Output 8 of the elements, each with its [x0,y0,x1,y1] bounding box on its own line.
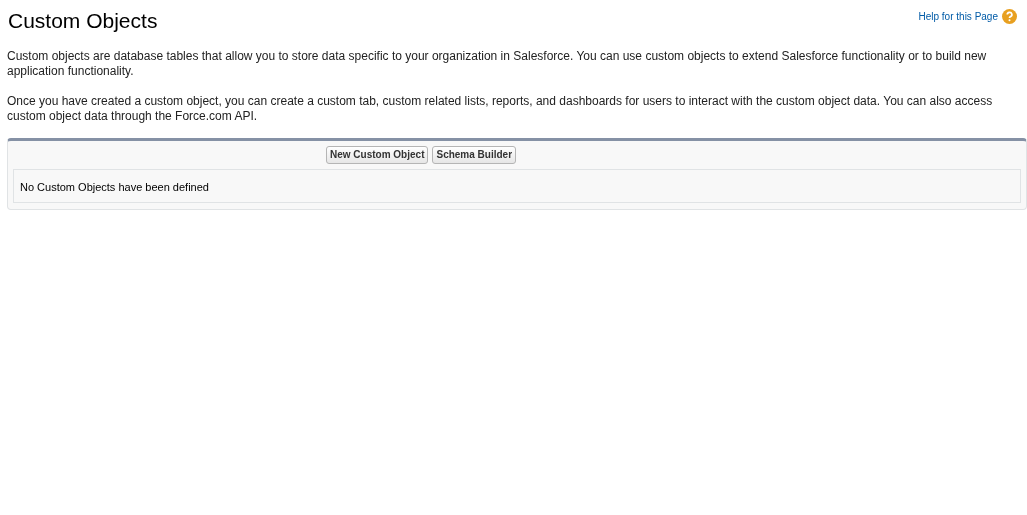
empty-message: No Custom Objects have been defined [20,181,209,193]
toolbar-button[interactable]: Schema Builder [432,146,517,164]
help-link[interactable]: Help for this Page [918,9,998,24]
description-paragraph: Once you have created a custom object, you can create a custom tab, custom related lists, reports, and dashboards for users to interact with the custom object data. You can also access custom object data through the Force.com API. [7,94,994,124]
help-icon[interactable] [1002,9,1017,24]
toolbar-button[interactable]: New Custom Object [326,146,429,164]
description-paragraph: Custom objects are database tables that allow you to store data specific to your organization in Salesforce. You can use custom objects to extend Salesforce functionality or to build new application functionality. [7,49,988,79]
page-title: Custom Objects [7,8,158,34]
